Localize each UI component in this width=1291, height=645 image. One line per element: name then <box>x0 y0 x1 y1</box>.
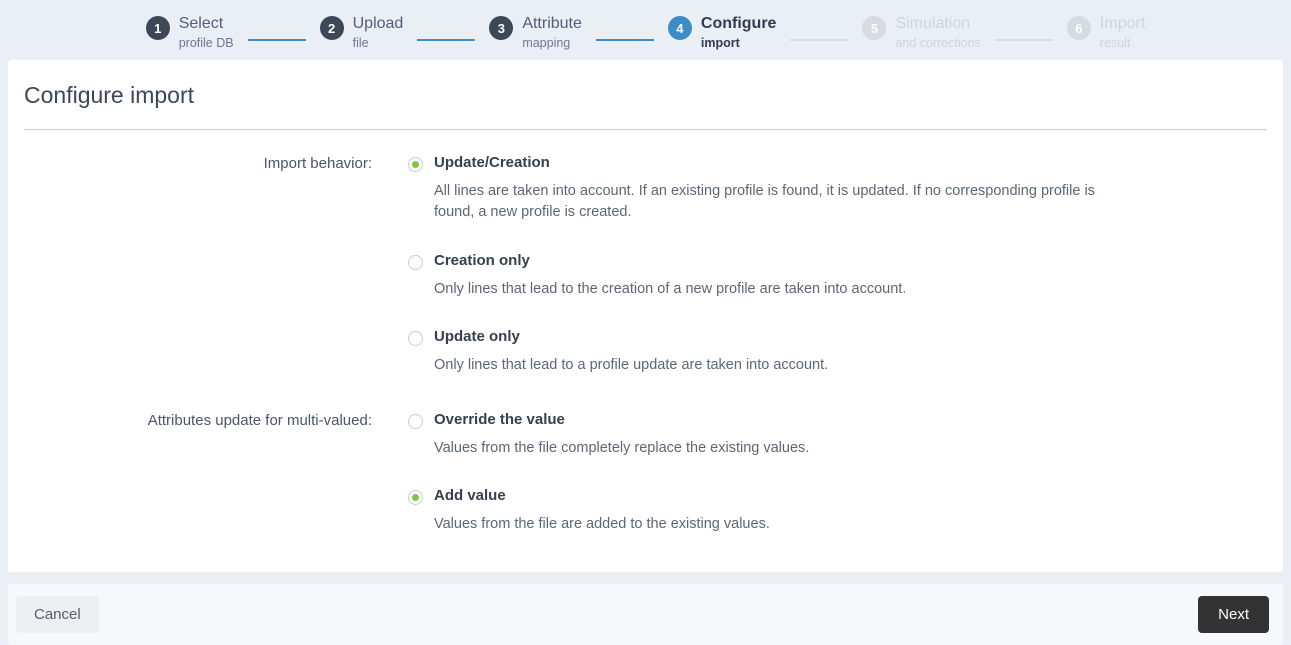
stepper-step-upload[interactable]: 2 Upload file <box>319 8 404 52</box>
step-title: Upload <box>352 15 404 33</box>
radio-unselected-icon[interactable] <box>408 331 423 347</box>
radio-option[interactable]: Creation only Only lines that lead to the… <box>408 252 1283 300</box>
step-number-badge: 4 <box>667 16 692 41</box>
step-title: Simulation <box>895 15 971 33</box>
radio-unselected-icon[interactable] <box>408 254 423 270</box>
option-description: All lines are taken into account. If an … <box>434 183 1095 221</box>
step-title: Attribute <box>522 15 582 33</box>
option-description: Only lines that lead to the creation of … <box>434 280 907 297</box>
option-body: Update/Creation All lines are taken into … <box>434 154 1102 224</box>
step-subtitle: mapping <box>522 36 571 51</box>
step-subtitle: profile DB <box>178 36 234 51</box>
radio-option[interactable]: Override the value Values from the file c… <box>408 411 1283 459</box>
footer-bar: Cancel Next <box>8 584 1283 645</box>
option-label: Add value <box>434 487 506 505</box>
step-labels: Upload file <box>353 8 404 52</box>
option-label: Override the value <box>434 410 565 428</box>
step-number-badge: 1 <box>145 16 170 41</box>
radio-group: Override the value Values from the file c… <box>408 411 1283 536</box>
step-subtitle: file <box>352 36 369 51</box>
option-body: Creation only Only lines that lead to the… <box>434 252 906 300</box>
radio-selected-icon[interactable] <box>408 157 423 172</box>
radio-option[interactable]: Update only Only lines that lead to a pro… <box>408 328 1283 376</box>
form-group: Attributes update for multi-valued: Overr… <box>8 411 1283 536</box>
stepper-connector <box>790 38 849 41</box>
option-description: Only lines that lead to a profile update… <box>434 357 829 374</box>
step-number-badge: 5 <box>862 16 887 41</box>
step-title: Configure <box>700 15 777 33</box>
step-labels: Simulation and corrections <box>895 8 980 52</box>
stepper-connector <box>417 38 476 41</box>
option-label: Creation only <box>434 251 530 269</box>
configure-import-card: Configure import Import behavior: Update/… <box>8 60 1283 572</box>
step-labels: Import result <box>1100 8 1145 52</box>
step-labels: Attribute mapping <box>522 8 582 52</box>
step-number-badge: 3 <box>489 16 514 41</box>
radio-option[interactable]: Update/Creation All lines are taken into … <box>408 154 1283 224</box>
option-description: Values from the file are added to the ex… <box>434 516 770 533</box>
stepper-step-attribute[interactable]: 3 Attribute mapping <box>489 8 582 52</box>
step-number-badge: 2 <box>319 16 344 41</box>
stepper-connector <box>247 38 306 41</box>
radio-group: Update/Creation All lines are taken into … <box>408 154 1283 377</box>
step-labels: Configure import <box>701 8 777 52</box>
option-description: Values from the file completely replace … <box>434 439 810 456</box>
stepper-step-configure[interactable]: 4 Configure import <box>667 8 777 52</box>
group-label: Import behavior: <box>263 155 372 172</box>
stepper: 1 Select profile DB 2 Upload file 3 Attribute ma… <box>0 0 1291 60</box>
option-body: Override the value Values from the file c… <box>434 411 809 459</box>
step-title: Select <box>178 15 224 33</box>
option-body: Add value Values from the file are added … <box>434 487 770 535</box>
stepper-connector <box>994 38 1053 41</box>
radio-option[interactable]: Add value Values from the file are added … <box>408 487 1283 535</box>
step-subtitle: result <box>1099 36 1131 51</box>
radio-selected-icon[interactable] <box>408 490 423 506</box>
stepper-step-simulation[interactable]: 5 Simulation and corrections <box>862 8 981 52</box>
next-button[interactable]: Next <box>1198 596 1269 633</box>
stepper-connector <box>595 38 654 41</box>
stepper-step-select[interactable]: 1 Select profile DB <box>145 8 234 52</box>
option-label: Update/Creation <box>434 154 550 171</box>
step-subtitle: import <box>700 36 740 51</box>
page-title: Configure import <box>24 82 195 108</box>
option-body: Update only Only lines that lead to a pro… <box>434 328 828 376</box>
import-form: Import behavior: Update/Creation All lines… <box>8 130 1283 536</box>
step-number-badge: 6 <box>1066 16 1091 41</box>
cancel-button[interactable]: Cancel <box>16 596 99 633</box>
step-labels: Select profile DB <box>179 8 234 52</box>
group-label: Attributes update for multi-valued: <box>147 411 372 429</box>
radio-unselected-icon[interactable] <box>408 413 423 429</box>
option-label: Update only <box>434 328 520 346</box>
step-subtitle: and corrections <box>895 36 981 51</box>
step-title: Import <box>1099 15 1146 33</box>
stepper-step-import[interactable]: 6 Import result <box>1066 8 1145 52</box>
form-group: Import behavior: Update/Creation All lines… <box>8 154 1283 377</box>
